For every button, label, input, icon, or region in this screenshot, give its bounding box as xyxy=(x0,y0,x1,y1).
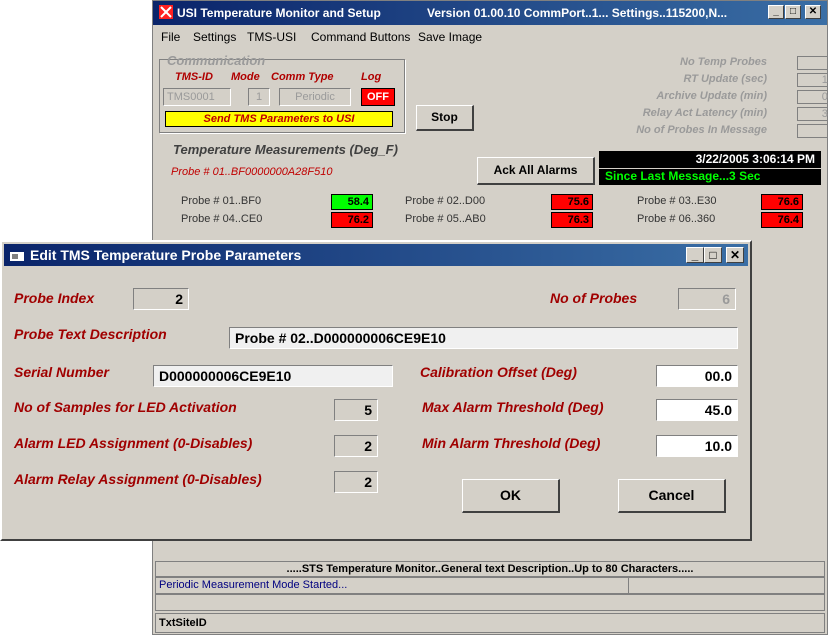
serial-number-field[interactable]: D000000006CE9E10 xyxy=(153,365,393,387)
cancel-button[interactable]: Cancel xyxy=(618,479,726,513)
menu-save-image[interactable]: Save Image xyxy=(418,30,482,44)
led-assignment-label: Alarm LED Assignment (0-Disables) xyxy=(14,435,253,451)
menu-command-buttons[interactable]: Command Buttons xyxy=(311,30,410,44)
relay-latency-label: Relay Act Latency (min) xyxy=(642,107,767,119)
probe-label: Probe # 01..BF0 xyxy=(181,195,262,207)
relay-assignment-field[interactable]: 2 xyxy=(334,471,378,493)
dialog-title-bar[interactable]: Edit TMS Temperature Probe Parameters _ … xyxy=(4,244,748,266)
selected-probe-id: Probe # 01..BF0000000A28F510 xyxy=(171,166,333,178)
samples-field[interactable]: 5 xyxy=(334,399,378,421)
max-alarm-label: Max Alarm Threshold (Deg) xyxy=(422,399,604,415)
status-message: Periodic Measurement Mode Started... xyxy=(155,577,825,594)
tms-id-header: TMS-ID xyxy=(175,71,213,83)
no-temp-probes-value: 6 xyxy=(797,56,828,70)
relay-assignment-label: Alarm Relay Assignment (0-Disables) xyxy=(14,471,262,487)
no-of-probes-label: No of Probes xyxy=(550,290,638,306)
probe-value: 76.6 xyxy=(761,194,803,210)
mode-header: Mode xyxy=(231,71,260,83)
site-description: .....STS Temperature Monitor..General te… xyxy=(155,561,825,577)
communication-caption: Communication xyxy=(167,53,266,68)
maximize-icon[interactable]: □ xyxy=(704,247,722,263)
probe-label: Probe # 06..360 xyxy=(637,213,716,225)
probe-index-label: Probe Index xyxy=(14,290,95,306)
menu-file[interactable]: File xyxy=(161,30,180,44)
rt-update-value: 15 xyxy=(797,73,828,87)
serial-number-label: Serial Number xyxy=(14,364,109,380)
min-alarm-label: Min Alarm Threshold (Deg) xyxy=(422,435,601,451)
probe-label: Probe # 03..E30 xyxy=(637,195,717,207)
description-label: Probe Text Description xyxy=(14,326,167,342)
status-spacer xyxy=(155,594,825,611)
max-alarm-field[interactable]: 45.0 xyxy=(656,399,738,421)
probe-index-field[interactable]: 2 xyxy=(133,288,189,310)
min-alarm-field[interactable]: 10.0 xyxy=(656,435,738,457)
description-field[interactable]: Probe # 02..D000000006CE9E10 xyxy=(229,327,738,349)
send-parameters-button[interactable]: Send TMS Parameters to USI xyxy=(165,111,393,127)
probe-label: Probe # 04..CE0 xyxy=(181,213,263,225)
probe-value: 76.4 xyxy=(761,212,803,228)
relay-latency-value: 30 xyxy=(797,107,828,121)
minimize-icon[interactable]: _ xyxy=(686,247,704,263)
rt-update-label: RT Update (sec) xyxy=(683,73,767,85)
comm-type-header: Comm Type xyxy=(271,71,334,83)
calibration-field[interactable]: 00.0 xyxy=(656,365,738,387)
dialog-title: Edit TMS Temperature Probe Parameters xyxy=(30,247,302,263)
log-status-badge[interactable]: OFF xyxy=(361,88,395,106)
maximize-icon[interactable]: □ xyxy=(785,5,801,19)
main-title: USI Temperature Monitor and Setup xyxy=(177,6,381,20)
datetime-display: 3/22/2005 3:06:14 PM xyxy=(599,151,821,168)
edit-probe-dialog: Edit TMS Temperature Probe Parameters _ … xyxy=(0,240,752,541)
log-header: Log xyxy=(361,71,382,83)
no-of-probes-field: 6 xyxy=(678,288,736,310)
samples-label: No of Samples for LED Activation xyxy=(14,399,237,415)
menu-tms-usi[interactable]: TMS-USI xyxy=(247,30,296,44)
led-assignment-field[interactable]: 2 xyxy=(334,435,378,457)
tms-id-field: TMS0001 xyxy=(163,88,231,106)
ok-button[interactable]: OK xyxy=(462,479,560,513)
window-icon xyxy=(10,249,24,261)
probe-value: 75.6 xyxy=(551,194,593,210)
menu-settings[interactable]: Settings xyxy=(193,30,236,44)
probe-label: Probe # 05..AB0 xyxy=(405,213,486,225)
calibration-label: Calibration Offset (Deg) xyxy=(420,364,577,380)
since-last-message: Since Last Message...3 Sec xyxy=(599,169,821,185)
status-divider xyxy=(628,578,629,593)
close-icon[interactable]: ✕ xyxy=(726,247,744,263)
comm-type-field: Periodic xyxy=(279,88,351,106)
main-title-bar[interactable]: USI Temperature Monitor and Setup Versio… xyxy=(153,1,827,25)
menu-bar: File Settings TMS-USI Command Buttons Sa… xyxy=(153,27,827,47)
ack-alarms-button[interactable]: Ack All Alarms xyxy=(477,157,595,185)
temperature-caption: Temperature Measurements (Deg_F) xyxy=(173,142,398,157)
probe-label: Probe # 02..D00 xyxy=(405,195,486,207)
stop-button[interactable]: Stop xyxy=(416,105,474,131)
close-icon[interactable]: ✕ xyxy=(805,5,821,19)
probe-value: 58.4 xyxy=(331,194,373,210)
probe-value: 76.2 xyxy=(331,212,373,228)
site-id: TxtSiteID xyxy=(155,613,825,633)
probes-in-message-label: No of Probes In Message xyxy=(636,124,767,136)
probes-in-message-value: 6 xyxy=(797,124,828,138)
no-temp-probes-label: No Temp Probes xyxy=(680,56,767,68)
minimize-icon[interactable]: _ xyxy=(768,5,784,19)
status-message-text: Periodic Measurement Mode Started... xyxy=(159,579,348,591)
version-text: Version 01.00.10 CommPort..1... Settings… xyxy=(427,6,728,20)
app-icon xyxy=(159,5,173,19)
probe-value: 76.3 xyxy=(551,212,593,228)
mode-field: 1 xyxy=(248,88,270,106)
archive-update-value: 05 xyxy=(797,90,828,104)
archive-update-label: Archive Update (min) xyxy=(656,90,767,102)
